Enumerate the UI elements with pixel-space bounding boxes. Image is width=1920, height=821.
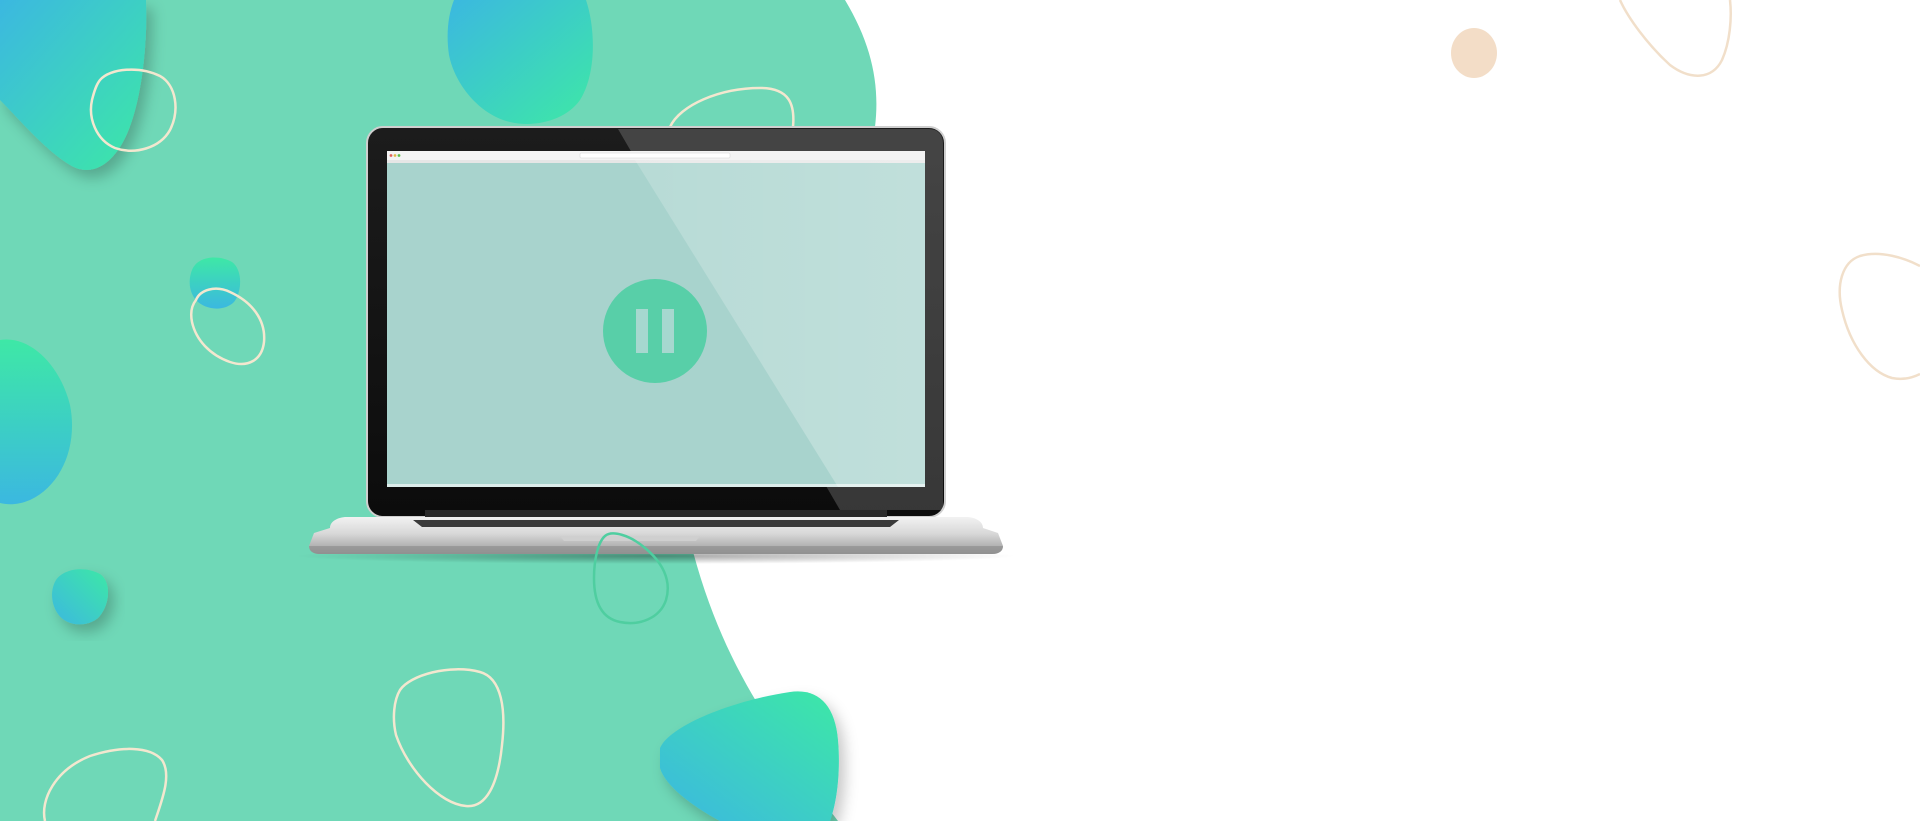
browser-zoom-dot [397, 154, 401, 157]
base-front-edge [309, 546, 1003, 554]
browser-minimize-dot [393, 154, 397, 157]
keyboard-recess [413, 520, 899, 527]
hero-banner [0, 0, 1920, 821]
browser-close-dot [389, 154, 393, 157]
pause-icon [603, 279, 707, 383]
laptop-hinge [425, 510, 887, 518]
browser-address-bar [579, 152, 731, 159]
laptop-mockup [295, 126, 1015, 564]
trackpad-notch [560, 536, 700, 541]
screen-bottom-bar [387, 484, 925, 487]
pause-button[interactable] [603, 279, 707, 383]
